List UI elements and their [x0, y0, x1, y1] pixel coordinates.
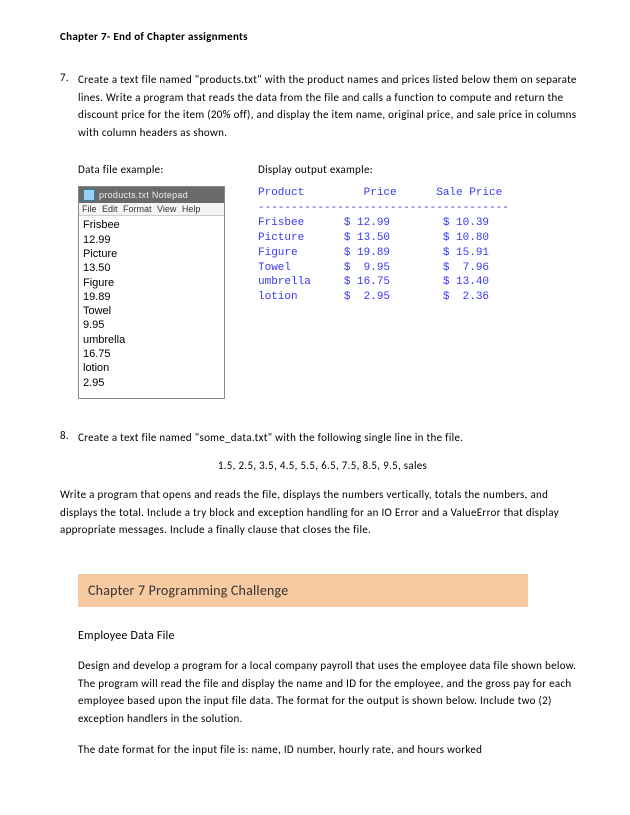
output-row: umbrella $ 16.75 $ 13.40	[258, 276, 489, 288]
notepad-window: products.txt Notepad File Edit Format Vi…	[78, 186, 225, 399]
output-row: Towel $ 9.95 $ 7.96	[258, 262, 489, 274]
challenge-paragraph: Design and develop a program for a local…	[78, 657, 585, 727]
output-block: Product Price Sale Price ---------------…	[258, 186, 585, 305]
output-label: Display output example:	[258, 163, 585, 176]
question-number: 8.	[60, 429, 78, 447]
file-line: Towel	[83, 304, 220, 318]
question-text: Create a text file named "products.txt" …	[78, 71, 585, 141]
question-7: 7. Create a text file named "products.tx…	[60, 71, 585, 141]
inline-data: 1.5, 2.5, 3.5, 4.5, 5.5, 6.5, 7.5, 8.5, …	[60, 457, 585, 475]
output-row: Figure $ 19.89 $ 15.91	[258, 247, 489, 259]
file-line: Figure	[83, 276, 220, 290]
notepad-title-text: products.txt Notepad	[99, 190, 188, 200]
challenge-banner: Chapter 7 Programming Challenge	[78, 574, 528, 607]
file-line: 16.75	[83, 347, 220, 361]
notepad-menubar: File Edit Format View Help	[79, 203, 224, 216]
notepad-icon	[83, 189, 95, 201]
document-page: Chapter 7- End of Chapter assignments 7.…	[0, 0, 630, 799]
file-line: Picture	[83, 247, 220, 261]
notepad-titlebar: products.txt Notepad	[79, 187, 224, 203]
data-file-label: Data file example:	[78, 163, 248, 176]
question-number: 7.	[60, 71, 78, 141]
data-file-example: Data file example: products.txt Notepad …	[78, 163, 248, 399]
challenge-paragraph: The date format for the input file is: n…	[78, 741, 585, 759]
output-header: Product Price Sale Price	[258, 187, 502, 199]
file-line: 19.89	[83, 290, 220, 304]
notepad-body: Frisbee 12.99 Picture 13.50 Figure 19.89…	[79, 216, 224, 398]
output-row: Frisbee $ 12.99 $ 10.39	[258, 217, 489, 229]
output-row: lotion $ 2.95 $ 2.36	[258, 291, 489, 303]
page-title: Chapter 7- End of Chapter assignments	[60, 30, 585, 43]
examples-row: Data file example: products.txt Notepad …	[60, 163, 585, 399]
file-line: lotion	[83, 361, 220, 375]
file-line: 9.95	[83, 318, 220, 332]
question-text-cont: Write a program that opens and reads the…	[60, 486, 585, 539]
file-line: umbrella	[83, 333, 220, 347]
file-line: 13.50	[83, 261, 220, 275]
question-text: Create a text file named "some_data.txt"…	[78, 429, 463, 447]
challenge-heading: Employee Data File	[78, 629, 585, 643]
display-output-example: Display output example: Product Price Sa…	[248, 163, 585, 399]
file-line: Frisbee	[83, 218, 220, 232]
output-row: Picture $ 13.50 $ 10.80	[258, 232, 489, 244]
question-8: 8. Create a text file named "some_data.t…	[60, 429, 585, 447]
file-line: 12.99	[83, 233, 220, 247]
output-divider: --------------------------------------	[258, 202, 509, 214]
challenge-body: Design and develop a program for a local…	[78, 657, 585, 759]
file-line: 2.95	[83, 376, 220, 390]
